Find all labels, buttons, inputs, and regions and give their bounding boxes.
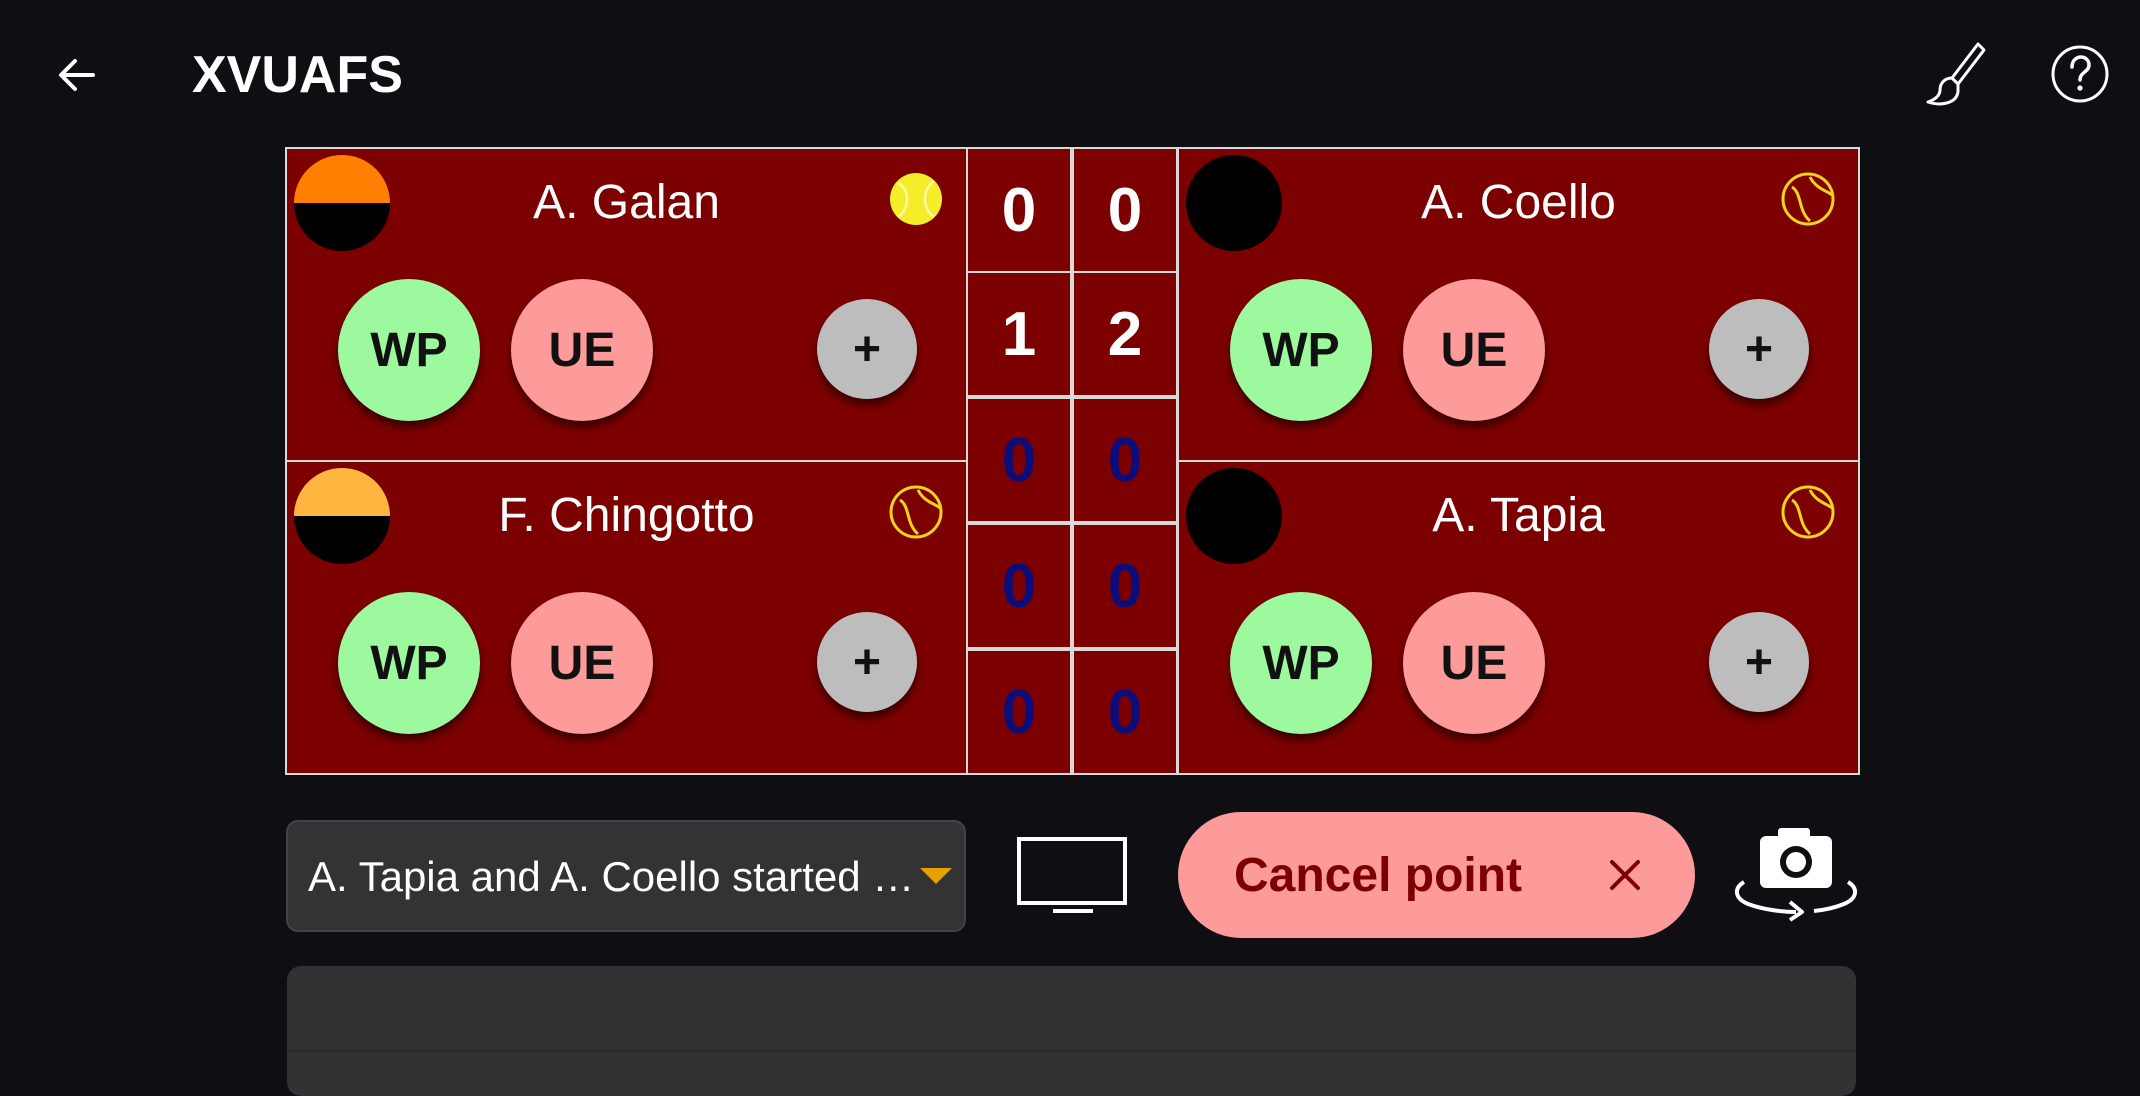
- serve-ball-icon[interactable]: [1780, 484, 1836, 540]
- serve-ball-icon[interactable]: [1780, 171, 1836, 227]
- serve-ball-icon[interactable]: [888, 484, 944, 540]
- ue-button[interactable]: UE: [1403, 592, 1545, 734]
- more-button[interactable]: +: [817, 299, 917, 399]
- divider: [287, 1050, 1856, 1052]
- score-cell: 0: [1072, 147, 1178, 273]
- wp-button[interactable]: WP: [338, 279, 480, 421]
- avatar: [1186, 155, 1282, 251]
- more-button[interactable]: +: [1709, 299, 1809, 399]
- event-log-dropdown[interactable]: A. Tapia and A. Coello started ser…: [286, 820, 966, 932]
- wp-button[interactable]: WP: [1230, 279, 1372, 421]
- ue-button[interactable]: UE: [511, 592, 653, 734]
- tv-icon: [1017, 837, 1127, 913]
- avatar: [294, 468, 390, 564]
- score-cell: 0: [1072, 397, 1178, 523]
- more-button[interactable]: +: [1709, 612, 1809, 712]
- score-column-left: 0 1 0 0 0: [966, 147, 1072, 775]
- back-button[interactable]: [42, 40, 112, 110]
- points-list-panel: [287, 966, 1856, 1096]
- theme-button[interactable]: [1918, 38, 1990, 110]
- score-cell: 0: [1072, 649, 1178, 775]
- paintbrush-icon: [1926, 42, 1986, 106]
- scoreboard: A. Galan WP UE + F. Chingotto WP UE + 0 …: [285, 147, 1860, 775]
- close-icon: [1610, 860, 1640, 890]
- avatar: [1186, 468, 1282, 564]
- score-cell: 0: [966, 397, 1072, 523]
- player-name: A. Tapia: [1432, 489, 1605, 542]
- app-bar: XVUAFS: [0, 0, 2140, 150]
- avatar: [294, 155, 390, 251]
- help-button[interactable]: [2048, 42, 2112, 106]
- player-name: A. Galan: [533, 176, 720, 229]
- score-cell: 0: [966, 523, 1072, 649]
- ue-button[interactable]: UE: [1403, 279, 1545, 421]
- event-log-selected: A. Tapia and A. Coello started ser…: [308, 853, 928, 900]
- score-cell: 0: [966, 649, 1072, 775]
- score-column-right: 0 2 0 0 0: [1072, 147, 1178, 775]
- cancel-point-label: Cancel point: [1234, 849, 1523, 902]
- more-button[interactable]: +: [817, 612, 917, 712]
- player-panel-top-right: A. Coello WP UE +: [1177, 147, 1860, 462]
- player-name: A. Coello: [1421, 176, 1616, 229]
- wp-button[interactable]: WP: [338, 592, 480, 734]
- ue-button[interactable]: UE: [511, 279, 653, 421]
- camera-rotate-icon: [1735, 828, 1857, 922]
- score-cell: 0: [966, 147, 1072, 273]
- dropdown-caret-icon: [920, 868, 952, 884]
- player-name: F. Chingotto: [498, 489, 755, 542]
- score-cell: 1: [966, 271, 1072, 397]
- help-circle-icon: [2051, 45, 2109, 103]
- score-cell: 0: [1072, 523, 1178, 649]
- arrow-left-icon: [59, 59, 95, 91]
- score-cell: 2: [1072, 271, 1178, 397]
- player-panel-top-left: A. Galan WP UE +: [285, 147, 968, 462]
- page-title: XVUAFS: [192, 46, 403, 104]
- camera-rotate-button[interactable]: [1730, 826, 1862, 922]
- tv-display-button[interactable]: [1015, 835, 1130, 915]
- wp-button[interactable]: WP: [1230, 592, 1372, 734]
- serve-ball-icon[interactable]: [888, 171, 944, 227]
- cancel-point-button[interactable]: Cancel point: [1178, 812, 1695, 938]
- player-panel-bottom-left: F. Chingotto WP UE +: [285, 460, 968, 775]
- player-panel-bottom-right: A. Tapia WP UE +: [1177, 460, 1860, 775]
